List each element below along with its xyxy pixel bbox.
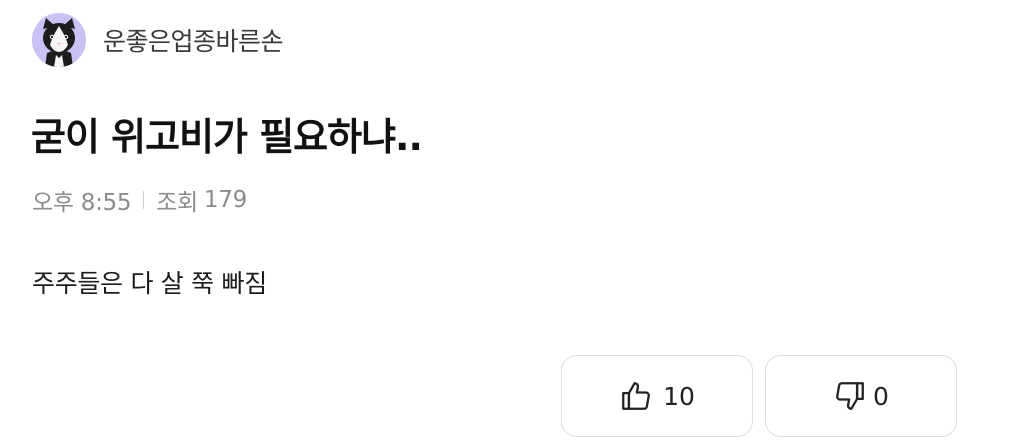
views-count: 179 [203, 187, 247, 213]
cat-avatar-icon [32, 13, 86, 67]
post-author[interactable]: 운좋은업종바른손 [32, 12, 284, 68]
like-button[interactable]: 10 [561, 355, 753, 437]
like-count: 10 [663, 381, 695, 411]
post-body: 주주들은 다 살 쭉 빠짐 [32, 269, 267, 298]
thumbs-up-icon [619, 379, 653, 413]
dislike-count: 0 [873, 381, 889, 411]
post-meta: 오후 8:55 조회 179 [32, 184, 247, 216]
post-time: 오후 8:55 [32, 190, 132, 216]
author-avatar[interactable] [32, 13, 86, 67]
thumbs-down-icon [833, 379, 867, 413]
dislike-button[interactable]: 0 [765, 355, 957, 437]
views-label: 조회 [156, 190, 198, 216]
post-title: 굳이 위고비가 필요하냐.. [31, 115, 423, 159]
author-name[interactable]: 운좋은업종바른손 [103, 22, 284, 58]
meta-divider [143, 191, 145, 209]
